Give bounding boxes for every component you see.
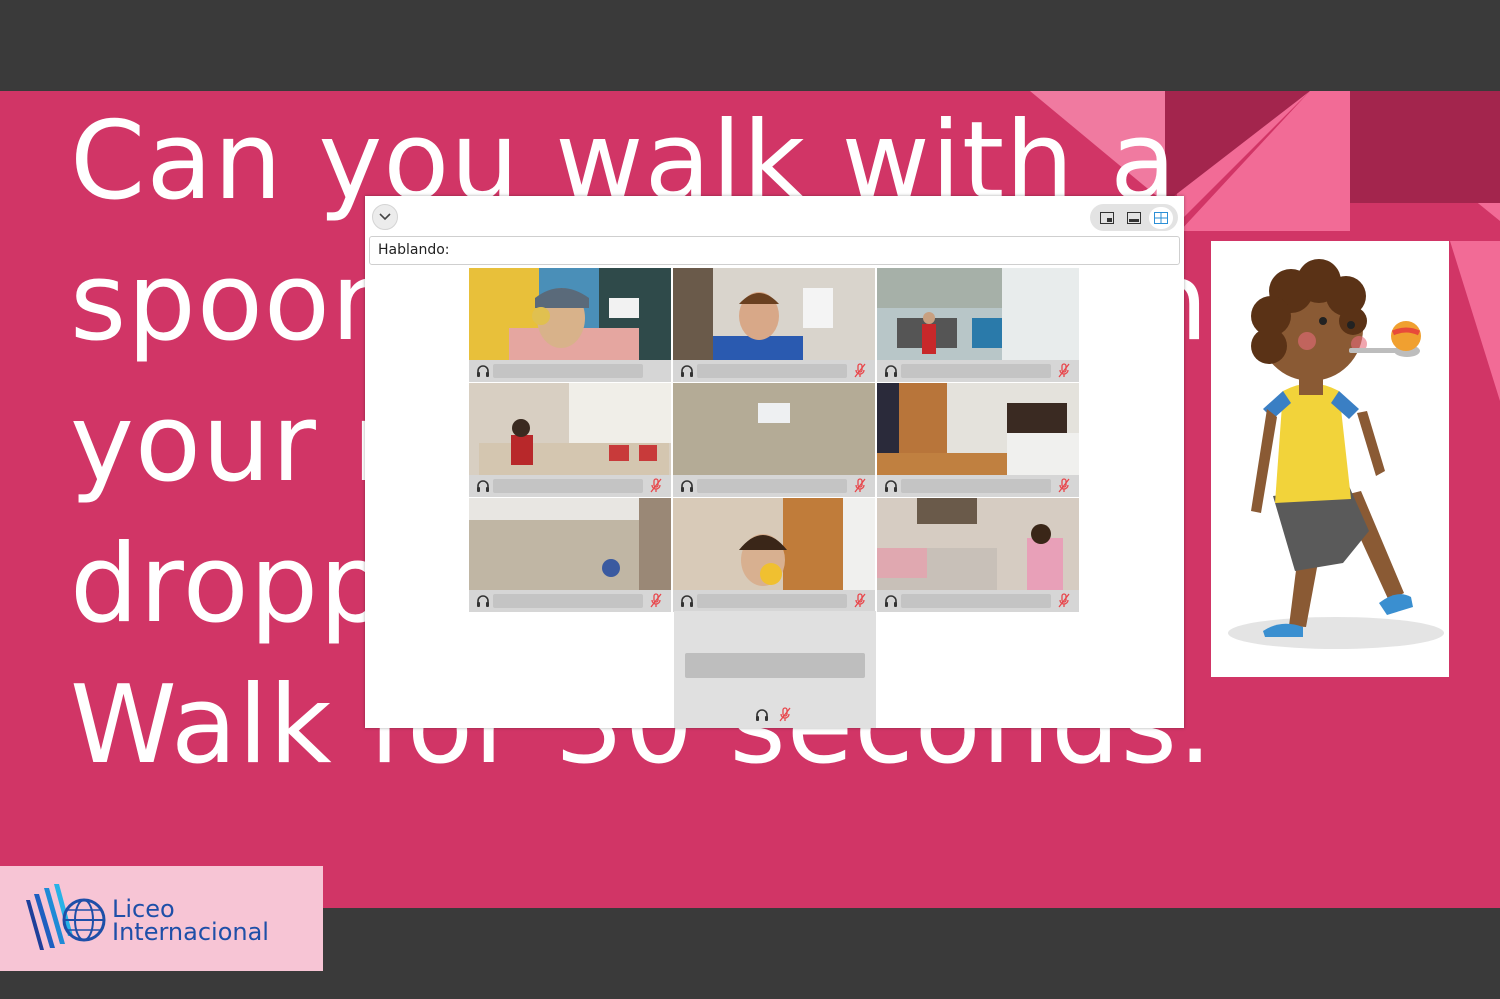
participant-name-placeholder xyxy=(901,364,1051,378)
participant-bar xyxy=(877,590,1079,612)
participant-name-placeholder xyxy=(685,653,865,678)
filmstrip-view-icon xyxy=(1126,211,1141,224)
video-feed xyxy=(469,498,671,590)
speaking-indicator: Hablando: xyxy=(369,236,1180,265)
participant-tile[interactable] xyxy=(877,268,1079,382)
participant-tile[interactable] xyxy=(877,383,1079,497)
logo-line-2: Internacional xyxy=(112,918,269,946)
video-feed xyxy=(877,268,1079,360)
view-pip-button[interactable] xyxy=(1095,207,1119,229)
participant-bar xyxy=(877,360,1079,382)
video-feed xyxy=(469,383,671,475)
boy-with-spoon-illustration xyxy=(1211,241,1449,677)
muted-mic-icon xyxy=(854,593,866,608)
headset-icon xyxy=(885,595,897,607)
video-feed xyxy=(673,498,875,590)
participant-bar xyxy=(877,475,1079,497)
participant-bar xyxy=(469,475,671,497)
view-grid-button[interactable] xyxy=(1148,206,1173,229)
participant-tile[interactable] xyxy=(469,498,671,612)
participant-bar xyxy=(469,590,671,612)
participant-tile[interactable] xyxy=(673,498,875,612)
muted-mic-icon xyxy=(854,478,866,493)
view-mode-switcher xyxy=(1090,204,1178,231)
participant-bar xyxy=(673,475,875,497)
muted-mic-icon xyxy=(1058,363,1070,378)
participant-tile[interactable] xyxy=(469,268,671,382)
muted-mic-icon xyxy=(779,707,791,722)
headset-icon xyxy=(681,480,693,492)
liceo-internacional-logo: Liceo Internacional xyxy=(0,866,323,971)
logo-wordmark: Liceo Internacional xyxy=(112,897,269,946)
participant-tile-no-video[interactable] xyxy=(674,611,876,728)
video-feed xyxy=(877,498,1079,590)
participant-video-grid xyxy=(469,268,1080,612)
headset-icon xyxy=(477,595,489,607)
participant-bar xyxy=(673,360,875,382)
headset-icon xyxy=(885,480,897,492)
participant-tile[interactable] xyxy=(673,383,875,497)
picture-in-picture-icon xyxy=(1100,211,1115,224)
video-feed xyxy=(877,383,1079,475)
view-filmstrip-button[interactable] xyxy=(1122,207,1146,229)
participant-tile[interactable] xyxy=(673,268,875,382)
headset-icon xyxy=(477,365,489,377)
headset-icon xyxy=(681,595,693,607)
video-meeting-window: Hablando: xyxy=(365,196,1184,728)
video-feed xyxy=(673,268,875,360)
muted-mic-icon xyxy=(1058,478,1070,493)
participant-name-placeholder xyxy=(697,364,847,378)
video-feed xyxy=(673,383,875,475)
headset-icon xyxy=(681,365,693,377)
participant-name-placeholder xyxy=(901,479,1051,493)
participant-name-placeholder xyxy=(697,479,847,493)
grid-view-icon xyxy=(1153,211,1168,224)
video-feed xyxy=(469,268,671,360)
participant-name-placeholder xyxy=(493,594,643,608)
collapse-button[interactable] xyxy=(372,204,398,230)
participant-name-placeholder xyxy=(697,594,847,608)
chevron-down-icon xyxy=(379,213,391,221)
headset-icon xyxy=(885,365,897,377)
headset-icon xyxy=(756,709,768,721)
participant-tile[interactable] xyxy=(469,383,671,497)
headset-icon xyxy=(477,480,489,492)
participant-bar xyxy=(469,360,671,382)
globe-books-icon xyxy=(26,884,106,950)
muted-mic-icon xyxy=(854,363,866,378)
muted-mic-icon xyxy=(1058,593,1070,608)
participant-name-placeholder xyxy=(493,364,643,378)
muted-mic-icon xyxy=(650,593,662,608)
muted-mic-icon xyxy=(650,478,662,493)
participant-bar xyxy=(673,590,875,612)
participant-name-placeholder xyxy=(493,479,643,493)
participant-name-placeholder xyxy=(901,594,1051,608)
participant-tile[interactable] xyxy=(877,498,1079,612)
